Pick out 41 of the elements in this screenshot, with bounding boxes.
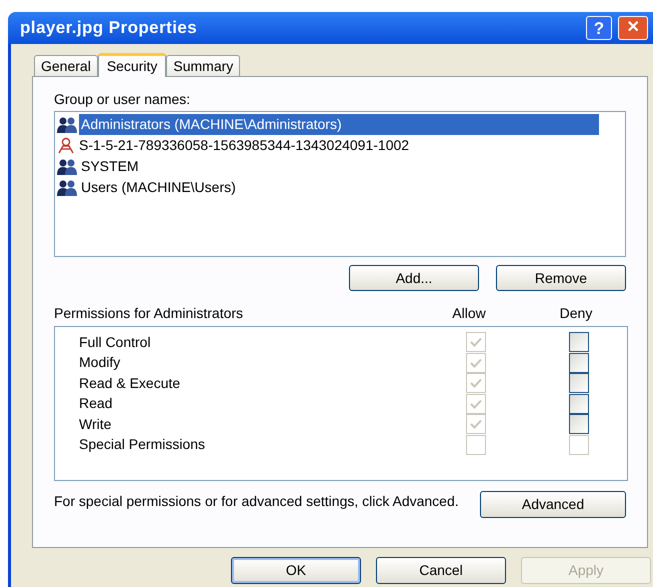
- permission-name: Write: [78, 414, 112, 434]
- allow-heading: Allow: [451, 305, 487, 321]
- checkbox[interactable]: [568, 373, 589, 394]
- users-group-icon: [57, 158, 77, 176]
- group-list-item[interactable]: S-1-5-21-789336058-1563985344-1343024091-1002: [77, 135, 412, 156]
- group-list-item[interactable]: Administrators (MACHINE\Administrators): [79, 114, 599, 135]
- checkbox[interactable]: [568, 414, 589, 434]
- group-list[interactable]: Administrators (MACHINE\Administrators) S-1-5-21-789336058-1563985344-1343024091-1002 SYSTEM Users (MACHINE\Users): [54, 111, 626, 257]
- users-group-icon: [57, 116, 77, 134]
- tab[interactable]: Summary: [166, 55, 240, 76]
- group-list-item[interactable]: Users (MACHINE\Users): [79, 177, 238, 198]
- advanced-hint: For special permissions or for advanced settings, click Advanced.: [54, 493, 460, 510]
- window-title: player.jpg Properties: [20, 17, 198, 40]
- close-button[interactable]: ✕: [618, 16, 648, 40]
- checkbox[interactable]: [568, 352, 589, 373]
- group-action-button[interactable]: Remove: [496, 265, 626, 291]
- checkbox[interactable]: [568, 332, 589, 352]
- permission-name: Read & Execute: [78, 374, 182, 393]
- checkmark-icon: [470, 337, 482, 348]
- tab[interactable]: General: [34, 55, 98, 76]
- help-button[interactable]: ?: [586, 16, 612, 40]
- group-action-button[interactable]: Add...: [349, 265, 479, 291]
- checkbox[interactable]: [568, 394, 589, 414]
- deny-heading: Deny: [558, 305, 594, 321]
- dialog-button[interactable]: OK: [231, 557, 361, 584]
- dialog-button[interactable]: Cancel: [376, 557, 506, 584]
- permission-name: Full Control: [78, 332, 152, 352]
- permissions-label: Permissions for Administrators: [54, 305, 244, 321]
- checkmark-icon: [470, 398, 482, 409]
- checkmark-icon: [470, 358, 482, 368]
- permission-name: Modify: [78, 353, 122, 372]
- permission-name: Special Permissions: [78, 435, 206, 454]
- tab[interactable]: Security: [98, 53, 166, 77]
- group-list-item[interactable]: SYSTEM: [79, 156, 141, 177]
- advanced-button[interactable]: Advanced: [480, 491, 626, 518]
- users-group-icon: [57, 178, 77, 196]
- checkmark-icon: [470, 378, 482, 388]
- permission-name: Read: [78, 394, 114, 414]
- unknown-user-icon: [57, 136, 75, 154]
- group-list-label: Group or user names:: [54, 91, 192, 107]
- checkmark-icon: [470, 419, 482, 430]
